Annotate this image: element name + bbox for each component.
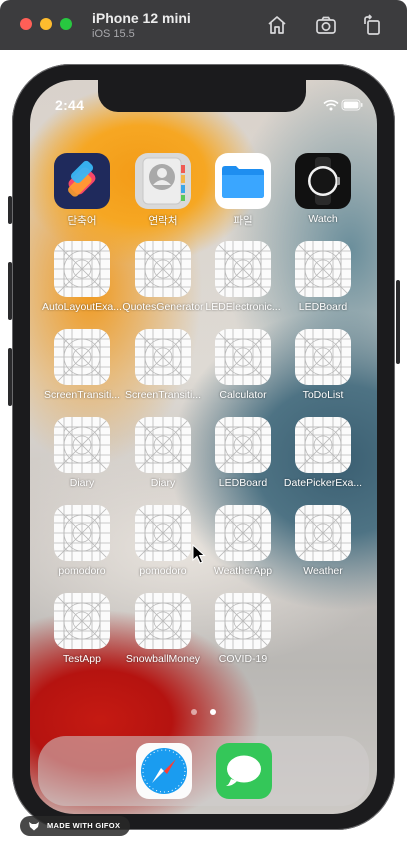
device-name: iPhone 12 mini (92, 10, 191, 26)
wifi-icon (323, 99, 339, 111)
app-21[interactable]: SnowballMoney (123, 593, 203, 673)
simulator-titlebar: iPhone 12 mini iOS 15.5 (0, 0, 407, 50)
app-label: pomodoro (58, 565, 106, 577)
placeholder-app-icon[interactable] (54, 329, 110, 385)
status-icons (323, 98, 363, 111)
placeholder-app-icon[interactable] (215, 329, 271, 385)
watermark-text: MADE WITH GIFOX (47, 821, 121, 830)
battery-icon (341, 99, 363, 111)
volume-up-button[interactable] (8, 262, 12, 320)
app-11[interactable]: ToDoList (283, 329, 363, 409)
app-2[interactable]: 파일 (203, 153, 283, 233)
watch-icon[interactable] (295, 153, 351, 209)
minimize-window-button[interactable] (40, 18, 52, 30)
app-label: 단축어 (67, 215, 97, 227)
app-label: 연락처 (148, 215, 178, 227)
close-window-button[interactable] (20, 18, 32, 30)
home-icon[interactable] (265, 13, 289, 37)
zoom-window-button[interactable] (60, 18, 72, 30)
status-time: 2:44 (55, 97, 85, 113)
side-power-button[interactable] (396, 280, 400, 364)
app-label: QuotesGenerator (122, 301, 204, 313)
placeholder-app-icon[interactable] (135, 417, 191, 473)
rotate-icon[interactable] (360, 13, 384, 37)
placeholder-app-icon[interactable] (54, 417, 110, 473)
app-label: Diary (69, 477, 95, 489)
screenshot-camera-icon[interactable] (314, 13, 338, 37)
mute-switch[interactable] (8, 196, 12, 224)
app-label: SnowballMoney (125, 653, 201, 665)
app-20[interactable]: TestApp (42, 593, 122, 673)
app-15[interactable]: DatePickerExa... (283, 417, 363, 497)
fox-icon (29, 822, 39, 831)
app-12[interactable]: Diary (42, 417, 122, 497)
placeholder-app-icon[interactable] (135, 241, 191, 297)
app-22[interactable]: COVID-19 (203, 593, 283, 673)
placeholder-app-icon[interactable] (135, 593, 191, 649)
placeholder-app-icon[interactable] (295, 417, 351, 473)
volume-down-button[interactable] (8, 348, 12, 406)
home-screen: 2:44 단축어 연락처 파일 Watch AutoLayoutExa... Q… (30, 80, 377, 814)
app-label: TestApp (63, 653, 101, 665)
placeholder-app-icon[interactable] (295, 329, 351, 385)
placeholder-app-icon[interactable] (54, 241, 110, 297)
app-label: DatePickerExa... (283, 477, 363, 489)
app-label: pomodoro (139, 565, 187, 577)
app-7[interactable]: LEDBoard (283, 241, 363, 321)
placeholder-app-icon[interactable] (215, 505, 271, 561)
app-5[interactable]: QuotesGenerator (122, 241, 204, 321)
placeholder-app-icon[interactable] (54, 505, 110, 561)
mouse-cursor (192, 543, 206, 564)
app-9[interactable]: ScreenTransiti... (123, 329, 203, 409)
app-label: AutoLayoutExa... (42, 301, 122, 313)
app-13[interactable]: Diary (123, 417, 203, 497)
contacts-icon[interactable] (135, 153, 191, 209)
dock (38, 736, 369, 806)
placeholder-app-icon[interactable] (295, 241, 351, 297)
app-label: 파일 (233, 215, 253, 227)
files-icon[interactable] (215, 153, 271, 209)
app-label: ScreenTransiti... (124, 389, 202, 401)
app-8[interactable]: ScreenTransiti... (42, 329, 122, 409)
app-18[interactable]: WeatherApp (203, 505, 283, 585)
app-label: Diary (150, 477, 176, 489)
app-label: WeatherApp (213, 565, 273, 577)
app-0[interactable]: 단축어 (42, 153, 122, 233)
app-19[interactable]: Weather (283, 505, 363, 585)
placeholder-app-icon[interactable] (135, 505, 191, 561)
gifox-watermark: MADE WITH GIFOX (20, 816, 130, 836)
app-16[interactable]: pomodoro (42, 505, 122, 585)
page-indicator[interactable] (30, 702, 377, 720)
app-label: Calculator (219, 389, 267, 401)
app-3[interactable]: Watch (283, 153, 363, 233)
placeholder-app-icon[interactable] (215, 241, 271, 297)
app-label: LEDBoard (298, 301, 348, 313)
placeholder-app-icon[interactable] (215, 417, 271, 473)
app-label: ToDoList (302, 389, 344, 401)
app-label: COVID-19 (218, 653, 268, 665)
messages-icon[interactable] (216, 743, 272, 799)
app-1[interactable]: 연락처 (123, 153, 203, 233)
app-label: Weather (303, 565, 343, 577)
device-os-version: iOS 15.5 (92, 28, 135, 40)
app-6[interactable]: LEDElectronic... (203, 241, 283, 321)
page-dot-current[interactable] (209, 709, 216, 715)
app-label: LEDBoard (218, 477, 268, 489)
notch (98, 80, 306, 112)
app-17[interactable]: pomodoro (123, 505, 203, 585)
placeholder-app-icon[interactable] (54, 593, 110, 649)
placeholder-app-icon[interactable] (135, 329, 191, 385)
app-14[interactable]: LEDBoard (203, 417, 283, 497)
placeholder-app-icon[interactable] (295, 505, 351, 561)
app-10[interactable]: Calculator (203, 329, 283, 409)
app-label: ScreenTransiti... (43, 389, 121, 401)
app-4[interactable]: AutoLayoutExa... (42, 241, 122, 321)
placeholder-app-icon[interactable] (215, 593, 271, 649)
page-dot[interactable] (191, 709, 198, 715)
shortcuts-icon[interactable] (54, 153, 110, 209)
safari-icon[interactable] (136, 743, 192, 799)
app-label: LEDElectronic... (205, 301, 281, 313)
app-label: Watch (308, 213, 338, 225)
